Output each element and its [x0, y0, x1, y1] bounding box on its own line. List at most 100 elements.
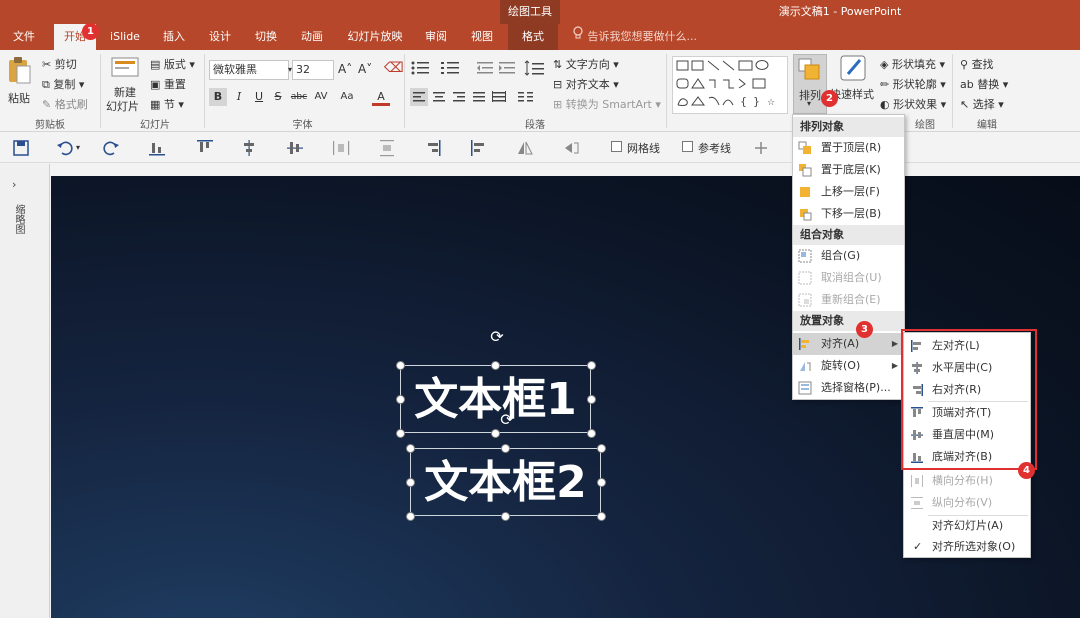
columns-icon[interactable]: [516, 88, 536, 109]
tell-me-search[interactable]: 告诉我您想要做什么...: [572, 24, 697, 50]
tab-file[interactable]: 文件: [4, 24, 44, 50]
shapes-gallery[interactable]: { } ☆: [672, 56, 788, 114]
distribute-icon[interactable]: [490, 88, 508, 109]
decrease-indent-icon[interactable]: [476, 60, 494, 79]
shape-fill-button[interactable]: ◈ 形状填充 ▾: [880, 56, 945, 72]
guides-checkbox[interactable]: [682, 141, 693, 152]
italic-button[interactable]: I: [230, 88, 248, 106]
resize-handle[interactable]: [501, 512, 510, 521]
align-center-qat-icon[interactable]: [240, 139, 258, 157]
tab-insert[interactable]: 插入: [154, 24, 194, 50]
resize-handle[interactable]: [396, 429, 405, 438]
underline-button[interactable]: U: [250, 88, 268, 106]
tab-islide[interactable]: iSlide: [104, 24, 146, 50]
redo-icon[interactable]: [102, 139, 120, 157]
bring-to-front-item[interactable]: 置于顶层(R): [793, 137, 904, 159]
resize-handle[interactable]: [597, 444, 606, 453]
flip-qat-icon[interactable]: [516, 139, 534, 157]
resize-handle[interactable]: [406, 444, 415, 453]
send-backward-item[interactable]: 下移一层(B): [793, 203, 904, 225]
align-bottom-qat-icon[interactable]: [148, 139, 166, 157]
align-item[interactable]: 对齐(A) ▶: [793, 333, 904, 355]
char-spacing-button[interactable]: AV: [310, 88, 332, 106]
shape-outline-button[interactable]: ✏ 形状轮廓 ▾: [880, 76, 946, 92]
cut-button[interactable]: ✂ 剪切: [42, 56, 77, 72]
rotate-item[interactable]: 旋转(O) ▶: [793, 355, 904, 377]
tab-view[interactable]: 视图: [462, 24, 502, 50]
select-button[interactable]: ↖ 选择 ▾: [960, 96, 1004, 112]
expand-pane-icon[interactable]: ›: [12, 178, 16, 191]
resize-handle[interactable]: [491, 361, 500, 370]
textbox-1[interactable]: 文本框1: [400, 365, 591, 433]
align-left-icon[interactable]: [410, 88, 428, 106]
text-direction-button[interactable]: ⇅ 文字方向 ▾: [553, 56, 619, 72]
change-case-button[interactable]: Aa: [336, 88, 358, 106]
rotate-handle-icon[interactable]: ⟳: [488, 328, 506, 346]
font-color-button[interactable]: A: [372, 88, 390, 106]
increase-indent-icon[interactable]: [498, 60, 516, 79]
align-middle-qat-icon[interactable]: [286, 139, 304, 157]
bring-forward-item[interactable]: 上移一层(F): [793, 181, 904, 203]
selection-pane-item[interactable]: 选择窗格(P)...: [793, 377, 904, 399]
line-spacing-icon[interactable]: [524, 60, 546, 79]
group-item[interactable]: 组合(G): [793, 245, 904, 267]
tab-transitions[interactable]: 切换: [246, 24, 286, 50]
font-size-field[interactable]: 32: [292, 60, 334, 80]
numbering-icon[interactable]: [440, 60, 466, 79]
tab-slideshow[interactable]: 幻灯片放映: [340, 24, 410, 50]
resize-handle[interactable]: [396, 361, 405, 370]
quick-styles-button[interactable]: 快速样式: [830, 54, 876, 114]
font-name-dropdown-icon[interactable]: ▾: [288, 60, 292, 80]
resize-handle[interactable]: [501, 444, 510, 453]
grow-font-button[interactable]: A˄: [338, 62, 352, 76]
paste-button[interactable]: 粘贴: [6, 56, 34, 110]
format-painter-button[interactable]: ✎ 格式刷: [42, 96, 88, 112]
gridlines-checkbox[interactable]: [611, 141, 622, 152]
find-button[interactable]: ⚲ 查找: [960, 56, 994, 72]
smartart-button[interactable]: ⊞ 转换为 SmartArt ▾: [553, 96, 661, 112]
align-left-qat-icon[interactable]: [470, 139, 488, 157]
tab-format[interactable]: 格式: [508, 24, 558, 50]
replace-button[interactable]: ab 替换 ▾: [960, 76, 1008, 92]
align-right-icon[interactable]: [450, 88, 468, 109]
ungroup-item[interactable]: 取消组合(U): [793, 267, 904, 289]
bullets-icon[interactable]: [410, 60, 436, 79]
undo-icon[interactable]: [56, 139, 74, 157]
distribute-horizontal-qat-icon[interactable]: [332, 139, 350, 157]
shape-effects-button[interactable]: ◐ 形状效果 ▾: [880, 96, 946, 112]
strikethrough-button[interactable]: S: [269, 88, 287, 106]
textbox-2[interactable]: 文本框2: [410, 448, 601, 516]
distribute-vertical-qat-icon[interactable]: [378, 139, 396, 157]
align-to-slide-item[interactable]: 对齐幻灯片(A): [904, 515, 1030, 537]
layout-button[interactable]: ▤ 版式 ▾: [150, 56, 195, 72]
resize-handle[interactable]: [396, 395, 405, 404]
clear-format-icon[interactable]: ⌫: [384, 60, 404, 76]
align-text-button[interactable]: ⊟ 对齐文本 ▾: [553, 76, 619, 92]
section-button[interactable]: ▦ 节 ▾: [150, 96, 184, 112]
send-to-back-item[interactable]: 置于底层(K): [793, 159, 904, 181]
tab-animations[interactable]: 动画: [292, 24, 332, 50]
rotate-handle-icon[interactable]: ⟳: [498, 411, 516, 429]
resize-handle[interactable]: [406, 512, 415, 521]
shrink-font-button[interactable]: A˅: [358, 62, 372, 76]
align-center-icon[interactable]: [430, 88, 448, 109]
distribute-vertical-item[interactable]: 纵向分布(V): [904, 492, 1030, 514]
reset-button[interactable]: ▣ 重置: [150, 76, 186, 92]
align-right-qat-icon[interactable]: [424, 139, 442, 157]
distribute-horizontal-item[interactable]: 横向分布(H): [904, 470, 1030, 492]
rotate-qat-icon[interactable]: [562, 139, 580, 157]
save-icon[interactable]: [12, 139, 30, 157]
arrange-button[interactable]: 排列 ▾: [793, 54, 827, 114]
align-top-qat-icon[interactable]: [196, 139, 214, 157]
new-slide-button[interactable]: 新建 幻灯片: [106, 56, 146, 116]
justify-icon[interactable]: [470, 88, 488, 109]
resize-handle[interactable]: [587, 395, 596, 404]
resize-handle[interactable]: [597, 478, 606, 487]
tab-review[interactable]: 审阅: [416, 24, 456, 50]
undo-dropdown-icon[interactable]: ▾: [76, 143, 80, 152]
regroup-item[interactable]: 重新组合(E): [793, 289, 904, 311]
font-name-field[interactable]: 微软雅黑: [209, 60, 289, 80]
copy-button[interactable]: ⧉ 复制 ▾: [42, 76, 84, 92]
resize-handle[interactable]: [491, 429, 500, 438]
resize-handle[interactable]: [587, 429, 596, 438]
